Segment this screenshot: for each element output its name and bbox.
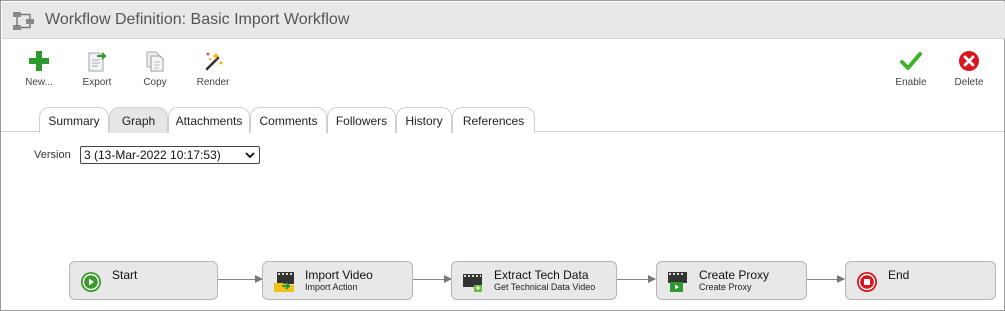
export-label: Export: [82, 77, 112, 88]
tab-history[interactable]: History: [396, 107, 452, 133]
edge-extract-proxy: [617, 275, 656, 283]
graph-node-create-proxy[interactable]: Create Proxy Create Proxy: [656, 261, 807, 300]
export-button[interactable]: Export: [72, 49, 122, 88]
tab-comments[interactable]: Comments: [250, 107, 327, 133]
tab-graph[interactable]: Graph: [109, 107, 168, 133]
node-title: Import Video: [305, 268, 373, 282]
workflow-definition-window: Workflow Definition: Basic Import Workfl…: [0, 0, 1005, 311]
node-subtitle: Import Action: [305, 282, 358, 292]
graph-node-start[interactable]: Start: [69, 261, 218, 300]
graph-node-import-video[interactable]: Import Video Import Action: [262, 261, 413, 300]
checkmark-icon: [900, 52, 922, 70]
edge-import-extract: [413, 275, 452, 283]
create-proxy-icon: [668, 272, 687, 292]
tab-summary[interactable]: Summary: [39, 107, 109, 133]
delete-label: Delete: [954, 77, 984, 88]
chevron-down-icon: [245, 152, 255, 159]
tab-references[interactable]: References: [452, 107, 535, 133]
node-title: Start: [112, 268, 138, 282]
copy-label: Copy: [143, 77, 167, 88]
graph-node-end[interactable]: End: [845, 261, 996, 300]
stop-circle-icon: [857, 272, 877, 292]
extract-tech-data-icon: [463, 274, 482, 292]
edge-start-import: [218, 275, 263, 283]
title-bar: Workflow Definition: Basic Import Workfl…: [2, 2, 1005, 39]
render-label: Render: [196, 77, 230, 88]
version-selected-value: 3 (13-Mar-2022 10:17:53): [84, 148, 221, 162]
delete-button[interactable]: Delete: [944, 49, 994, 88]
window-title: Workflow Definition: Basic Import Workfl…: [45, 11, 350, 28]
node-subtitle: Get Technical Data Video: [494, 282, 596, 292]
magic-wand-icon: [205, 52, 223, 71]
tab-attachments[interactable]: Attachments: [168, 107, 250, 133]
node-subtitle: Create Proxy: [699, 282, 752, 292]
play-circle-icon: [81, 272, 101, 292]
edge-proxy-end: [807, 275, 845, 283]
enable-label: Enable: [895, 77, 927, 88]
tab-bar: Summary Graph Attachments Comments Follo…: [1, 105, 1004, 133]
version-select[interactable]: 3 (13-Mar-2022 10:17:53): [80, 146, 260, 164]
copy-button[interactable]: Copy: [130, 49, 180, 88]
new-label: New...: [25, 77, 53, 88]
export-icon: [88, 52, 107, 72]
node-title: End: [888, 268, 910, 282]
render-button[interactable]: Render: [188, 49, 238, 88]
workflow-icon: [13, 12, 34, 30]
new-button[interactable]: New...: [14, 49, 64, 88]
graph-node-extract-tech-data[interactable]: Extract Tech Data Get Technical Data Vid…: [451, 261, 617, 300]
plus-icon: [29, 51, 49, 71]
enable-button[interactable]: Enable: [886, 49, 936, 88]
node-title: Extract Tech Data: [494, 268, 589, 282]
version-label: Version: [34, 149, 71, 161]
import-video-icon: [274, 272, 294, 292]
node-title: Create Proxy: [699, 268, 770, 282]
tab-followers[interactable]: Followers: [327, 107, 396, 133]
delete-icon: [959, 51, 979, 71]
copy-icon: [146, 51, 164, 72]
